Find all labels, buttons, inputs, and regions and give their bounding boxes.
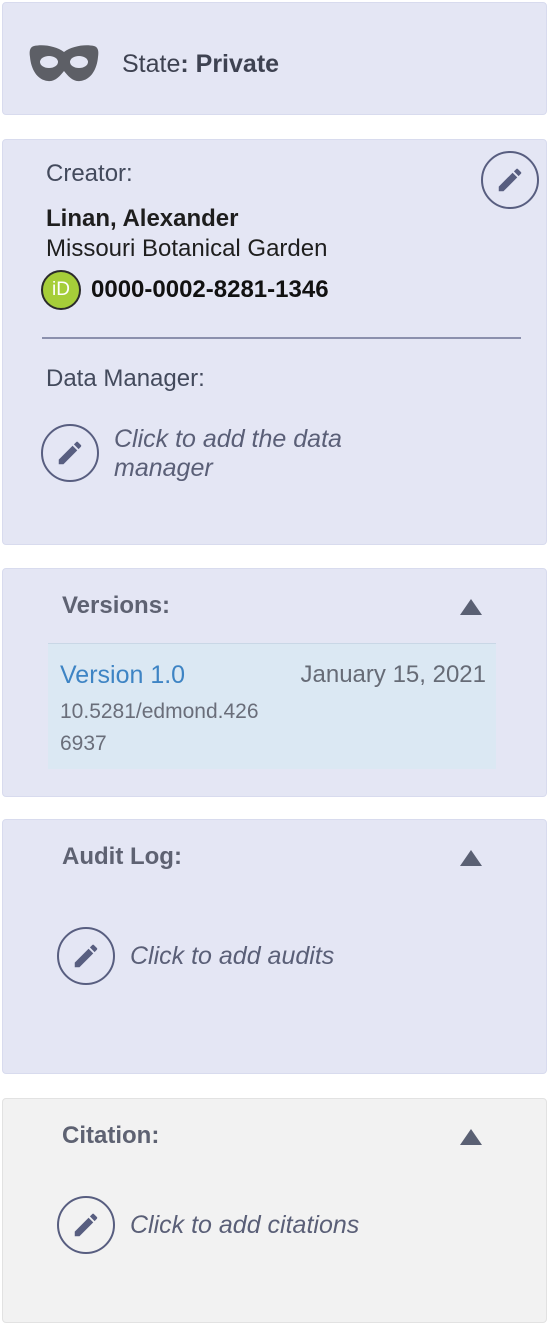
creator-organization: Missouri Botanical Garden	[46, 235, 328, 262]
pencil-icon	[74, 944, 98, 968]
creator-label: Creator:	[46, 160, 133, 187]
data-manager-label: Data Manager:	[46, 365, 205, 392]
version-doi: 10.5281/edmond.426 6937	[60, 700, 259, 755]
collapse-triangle-icon[interactable]	[460, 599, 482, 615]
versions-panel: Versions: Version 1.0 January 15, 2021 1…	[2, 568, 547, 797]
audit-log-title: Audit Log:	[62, 843, 182, 870]
creator-panel: Creator: Linan, Alexander Missouri Botan…	[2, 139, 547, 545]
data-manager-hint[interactable]: Click to add the data manager	[114, 425, 342, 483]
orcid-row: iD 0000-0002-8281-1346	[41, 270, 329, 310]
collapse-triangle-icon[interactable]	[460, 850, 482, 866]
audit-log-hint[interactable]: Click to add audits	[130, 942, 334, 971]
state-label: State: Private	[122, 50, 280, 78]
versions-title: Versions:	[62, 592, 171, 619]
collapse-triangle-icon[interactable]	[460, 1129, 482, 1145]
orcid-icon[interactable]: iD	[41, 270, 81, 310]
orcid-id: 0000-0002-8281-1346	[91, 276, 329, 303]
citation-panel: Citation: Click to add citations	[2, 1098, 547, 1323]
state-panel: State: Private	[2, 2, 547, 115]
citation-hint[interactable]: Click to add citations	[130, 1211, 359, 1240]
pencil-icon	[498, 168, 522, 192]
creator-name: Linan, Alexander	[46, 205, 239, 232]
edit-creator-button[interactable]	[481, 151, 539, 209]
version-date: January 15, 2021	[300, 661, 486, 688]
version-link[interactable]: Version 1.0	[60, 661, 185, 690]
state-value: Private	[195, 50, 280, 78]
add-citation-button[interactable]	[57, 1196, 115, 1254]
citation-title: Citation:	[62, 1122, 160, 1149]
add-data-manager-button[interactable]	[41, 424, 99, 482]
pencil-icon	[74, 1213, 98, 1237]
pencil-icon	[58, 441, 82, 465]
divider	[42, 337, 521, 339]
version-item[interactable]: Version 1.0 January 15, 2021 10.5281/edm…	[48, 643, 496, 769]
mask-icon	[29, 45, 99, 82]
add-audit-button[interactable]	[57, 927, 115, 985]
audit-log-panel: Audit Log: Click to add audits	[2, 819, 547, 1074]
